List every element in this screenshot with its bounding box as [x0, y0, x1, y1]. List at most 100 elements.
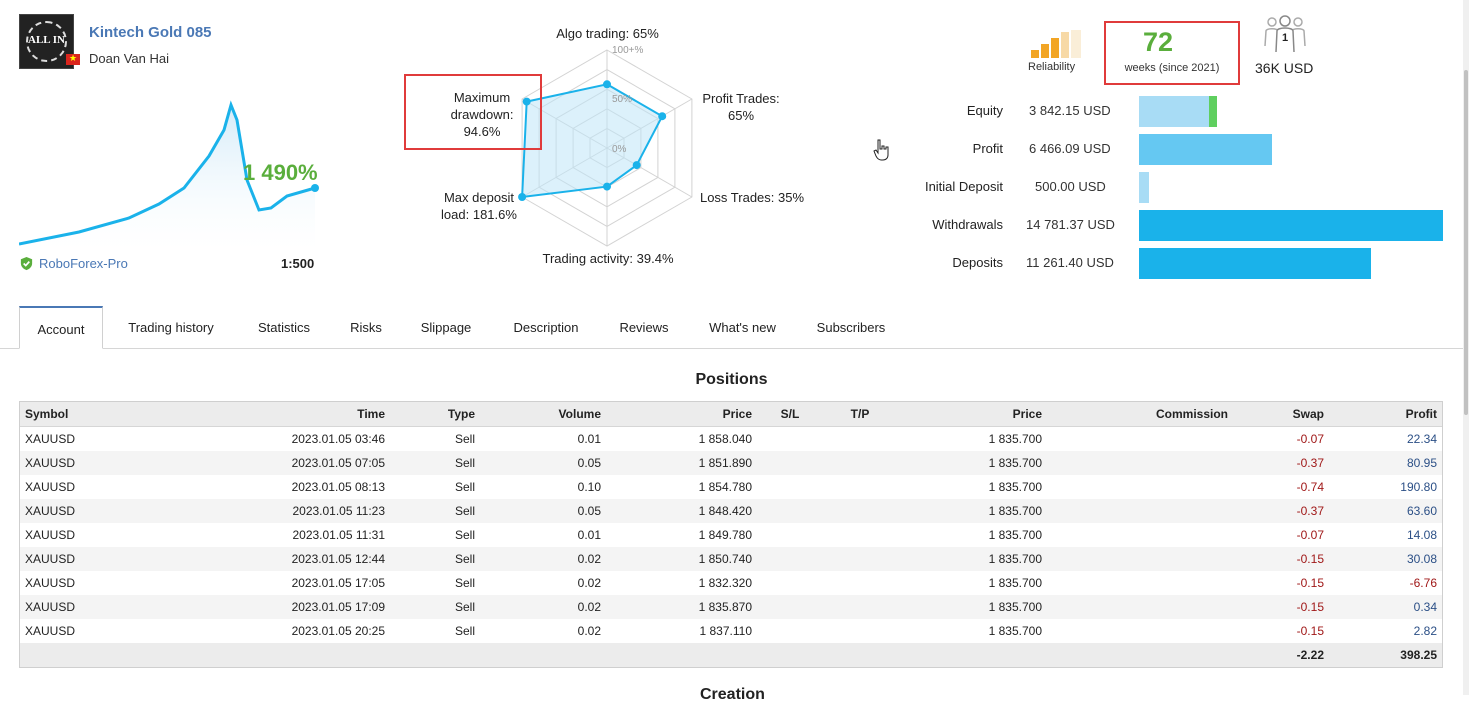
- cell-symbol: XAUUSD: [25, 432, 76, 446]
- table-row[interactable]: XAUUSD 2023.01.05 08:13 Sell 0.10 1 854.780 1…: [20, 475, 1442, 499]
- broker-link[interactable]: RoboForex-Pro: [39, 256, 128, 271]
- cell-price-open: 1 848.420: [606, 499, 757, 523]
- financial-bar-2: [1139, 172, 1149, 203]
- cell-profit: 63.60: [1329, 499, 1442, 523]
- col-type[interactable]: Type: [390, 402, 480, 427]
- cell-type: Sell: [390, 499, 480, 523]
- radar-point-trading-activity: [603, 182, 611, 191]
- cell-time: 2023.01.05 17:09: [110, 595, 390, 619]
- tab-whats-new[interactable]: What's new: [695, 306, 790, 348]
- subscribers-amount: 36K USD: [1255, 60, 1314, 76]
- cell-time: 2023.01.05 03:46: [291, 432, 385, 446]
- col-symbol[interactable]: Symbol: [20, 402, 110, 427]
- col-price-open[interactable]: Price: [606, 402, 757, 427]
- cell-sl: [757, 619, 823, 643]
- cell-profit: 190.80: [1400, 480, 1437, 494]
- table-row[interactable]: XAUUSD 2023.01.05 03:46 Sell 0.01 1 858.040 1…: [20, 427, 1442, 452]
- cell-tp: [823, 499, 897, 523]
- deposits-value: 11 261.40 USD: [1026, 255, 1114, 270]
- cell-profit: 14.08: [1406, 528, 1437, 542]
- cell-commission: [1047, 475, 1233, 499]
- col-price-current[interactable]: Price: [897, 402, 1047, 427]
- cell-volume: 0.02: [577, 576, 601, 590]
- cell-profit: 0.34: [1329, 595, 1442, 619]
- cell-sl: [757, 427, 823, 452]
- radar-point-loss-trades: [632, 161, 641, 170]
- cell-commission: [1047, 427, 1233, 452]
- tab-risks[interactable]: Risks: [337, 306, 395, 348]
- cell-time: 2023.01.05 11:31: [292, 528, 385, 542]
- author-name[interactable]: Doan Van Hai: [89, 51, 169, 66]
- positions-table: Symbol Time Type Volume Price S/L T/P Pr…: [19, 401, 1443, 668]
- radar-point-algo-trading: [603, 80, 611, 89]
- tab-reviews[interactable]: Reviews: [607, 306, 681, 348]
- cell-volume: 0.01: [577, 528, 601, 542]
- financial-bar-3: [1139, 210, 1443, 241]
- subscribers-icon[interactable]: 1: [1263, 14, 1307, 54]
- withdrawals-label: Withdrawals: [932, 217, 1003, 232]
- cell-time: 2023.01.05 08:13: [291, 480, 385, 494]
- cell-type: Sell: [454, 624, 475, 638]
- table-row[interactable]: XAUUSD 2023.01.05 12:44 Sell 0.02 1 850.740 1…: [20, 547, 1442, 571]
- table-row[interactable]: XAUUSD 2023.01.05 07:05 Sell 0.05 1 851.890 1…: [20, 451, 1442, 475]
- tab-slippage[interactable]: Slippage: [408, 306, 484, 348]
- cell-commission: [1047, 547, 1233, 571]
- tab-trading-history[interactable]: Trading history: [112, 306, 230, 348]
- col-tp[interactable]: T/P: [823, 402, 897, 427]
- tab-statistics[interactable]: Statistics: [243, 306, 325, 348]
- page-scrollbar-thumb[interactable]: [1464, 70, 1468, 415]
- col-swap[interactable]: Swap: [1233, 402, 1329, 427]
- col-profit[interactable]: Profit: [1329, 402, 1442, 427]
- cell-swap: -0.07: [1296, 432, 1324, 446]
- table-row[interactable]: XAUUSD 2023.01.05 20:25 Sell 0.02 1 837.110 1…: [20, 619, 1442, 643]
- growth-percent: 1 490%: [243, 160, 318, 185]
- initial-deposit-label: Initial Deposit: [924, 179, 1003, 194]
- table-row[interactable]: XAUUSD 2023.01.05 11:23 Sell 0.05 1 848.420 1…: [20, 499, 1442, 523]
- cell-type: Sell: [390, 595, 480, 619]
- financial-bar-0: [1139, 96, 1209, 127]
- profit-label: Profit: [972, 141, 1003, 156]
- table-row[interactable]: XAUUSD 2023.01.05 11:31 Sell 0.01 1 849.780 1…: [20, 523, 1442, 547]
- cell-sl: [757, 451, 823, 475]
- cell-price-current: 1 835.700: [897, 547, 1047, 571]
- tab-subscribers[interactable]: Subscribers: [803, 306, 899, 348]
- cell-sl: [757, 595, 823, 619]
- cell-commission: [1047, 595, 1233, 619]
- cell-tp: [823, 451, 897, 475]
- cell-swap: -0.37: [1233, 451, 1329, 475]
- cell-price-current: 1 835.700: [988, 432, 1042, 446]
- cell-type: Sell: [454, 480, 475, 494]
- cell-commission: [1047, 571, 1233, 595]
- cell-price-open: 1 850.740: [606, 547, 757, 571]
- cell-symbol: XAUUSD: [20, 547, 110, 571]
- cell-volume: 0.02: [577, 624, 601, 638]
- cell-type: Sell: [390, 547, 480, 571]
- col-sl[interactable]: S/L: [757, 402, 823, 427]
- weeks-count: 72: [1142, 27, 1174, 57]
- col-time[interactable]: Time: [110, 402, 390, 427]
- radar-tick-50: 50%: [612, 94, 632, 105]
- cell-profit: 30.08: [1329, 547, 1442, 571]
- col-commission[interactable]: Commission: [1047, 402, 1233, 427]
- tab-description[interactable]: Description: [497, 306, 595, 348]
- table-row[interactable]: XAUUSD 2023.01.05 17:05 Sell 0.02 1 832.320 1…: [20, 571, 1442, 595]
- cell-swap: -0.37: [1233, 499, 1329, 523]
- tab-account[interactable]: Account: [19, 306, 103, 349]
- withdrawals-value: 14 781.37 USD: [1026, 217, 1115, 232]
- cell-price-open: 1 849.780: [698, 528, 752, 542]
- cell-symbol: XAUUSD: [20, 451, 110, 475]
- signal-name-link[interactable]: Kintech Gold 085: [89, 24, 212, 41]
- cell-price-open: 1 851.890: [606, 451, 757, 475]
- table-row[interactable]: XAUUSD 2023.01.05 17:09 Sell 0.02 1 835.870 1…: [20, 595, 1442, 619]
- col-volume[interactable]: Volume: [480, 402, 606, 427]
- total-profit: 398.25: [1329, 643, 1442, 667]
- cell-swap: -0.15: [1233, 595, 1329, 619]
- cell-volume: 0.10: [577, 480, 601, 494]
- cell-price-open: 1 858.040: [698, 432, 752, 446]
- cell-commission: [1047, 499, 1233, 523]
- cell-type: Sell: [390, 451, 480, 475]
- cell-tp: [823, 547, 897, 571]
- positions-totals-row: -2.22 398.25: [20, 643, 1442, 667]
- cell-swap: -0.15: [1296, 576, 1324, 590]
- svg-text:1: 1: [1282, 32, 1288, 44]
